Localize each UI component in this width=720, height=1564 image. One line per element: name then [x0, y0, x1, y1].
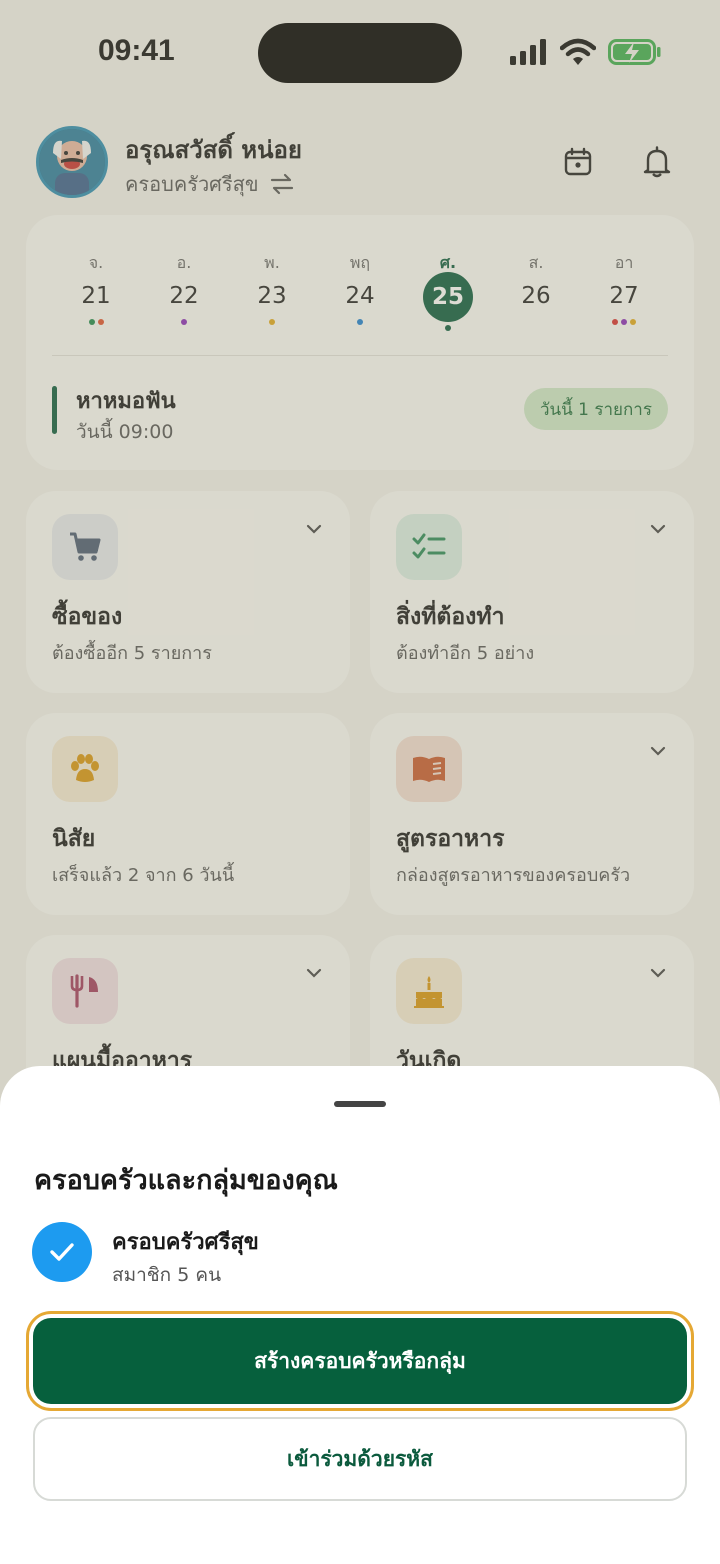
sheet-title: ครอบครัวและกลุ่มของคุณ [34, 1165, 338, 1196]
check-icon [32, 1222, 92, 1282]
create-family-button[interactable]: สร้างครอบครัวหรือกลุ่ม [33, 1318, 687, 1404]
family-name: ครอบครัวศรีสุข [112, 1230, 259, 1255]
join-with-code-button[interactable]: เข้าร่วมด้วยรหัส [33, 1417, 687, 1501]
family-member-count: สมาชิก 5 คน [112, 1264, 222, 1286]
family-bottom-sheet: ครอบครัวและกลุ่มของคุณ ครอบครัวศรีสุข สม… [0, 1066, 720, 1564]
sheet-drag-handle[interactable] [334, 1101, 386, 1107]
